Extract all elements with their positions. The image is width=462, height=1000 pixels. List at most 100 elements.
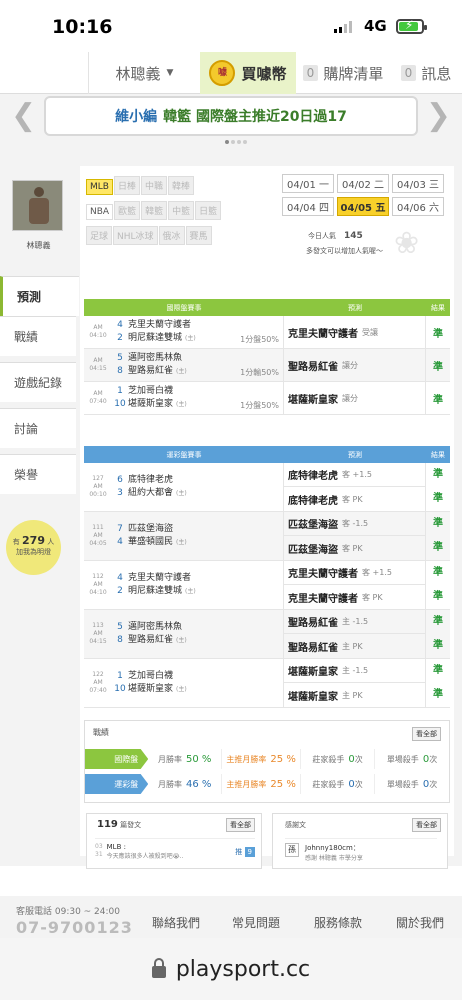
promo-banner: ❮ 維小編 韓籃 國際盤主推近20日過17 ❯ <box>0 94 462 154</box>
teams: 7 匹茲堡海盜 4 華盛頓國民 (主) <box>112 523 187 550</box>
prediction[interactable]: 克里夫蘭守護者 受讓 <box>284 316 425 348</box>
tag[interactable]: 賽馬 <box>185 226 212 245</box>
prediction-cell: 聖路易紅雀主 -1.5 聖路易紅雀主 PK <box>284 610 426 658</box>
pick-team: 堪薩斯皇家 <box>288 394 338 406</box>
tag[interactable]: 日棒 <box>113 176 140 195</box>
popularity: 今日人氣 145 <box>308 231 363 241</box>
record-intl-row: 國際盤 月勝率 50 % 主推月勝率 25 % 莊家殺手 0 次 單場殺手 0 次 <box>85 749 449 769</box>
home-flag: (主) <box>176 490 187 497</box>
game-id: 127 <box>92 475 104 483</box>
prediction[interactable]: 克里夫蘭守護者客 +1.5 <box>284 561 425 585</box>
tag[interactable]: 歐籃 <box>114 201 141 220</box>
posts-more-button[interactable]: 看全部 <box>226 818 255 832</box>
team-number: 1 <box>117 385 123 396</box>
service-phone[interactable]: 07-9700123 <box>16 918 133 937</box>
prediction[interactable]: 聖路易紅雀主 PK <box>284 634 425 658</box>
message-button[interactable]: 0 訊息 <box>390 52 462 94</box>
home-team: 聖路易紅雀 <box>128 366 174 376</box>
date-tab[interactable]: 04/06 六 <box>392 197 444 216</box>
signal-icon <box>334 21 352 33</box>
banner-message[interactable]: 維小編 韓籃 國際盤主推近20日過17 <box>44 96 418 136</box>
team-number: 4 <box>117 537 123 547</box>
date-tab[interactable]: 04/04 四 <box>282 197 334 216</box>
thanks-item[interactable]: 孫 Johnny180cm： 感謝 林聰義 市學分享 <box>285 838 437 862</box>
record-more-button[interactable]: 看全部 <box>412 727 441 741</box>
fans-count: 279 <box>22 534 45 547</box>
tag[interactable]: 韓棒 <box>168 176 195 195</box>
table-row: 113 AM 04:15 5 邁阿密馬林魚 8 聖路易紅雀 (主) 聖路易紅雀主 -1.5 聖路… <box>84 610 450 659</box>
chevron-left-icon[interactable]: ❮ <box>11 98 36 133</box>
avatar[interactable] <box>12 180 63 231</box>
tag[interactable]: NHL冰球 <box>113 226 158 245</box>
date-tab[interactable]: 04/03 三 <box>392 174 444 193</box>
pick-note: 客 PK <box>342 543 363 553</box>
fans-bulb[interactable]: 有 279 人加我為明燈 <box>6 520 61 575</box>
handicap: 1分輸50% <box>240 368 279 377</box>
prediction[interactable]: 底特律老虎客 +1.5 <box>284 463 425 487</box>
tag-nba[interactable]: NBA <box>86 204 114 220</box>
chevron-right-icon[interactable]: ❯ <box>426 98 451 133</box>
date-tab[interactable]: 04/02 二 <box>337 174 389 193</box>
coin-button[interactable]: 噱買噱幣 <box>200 52 296 94</box>
footer-link-terms[interactable]: 服務條款 <box>314 914 362 931</box>
game-time: AM 04:10 <box>89 581 107 596</box>
tag[interactable]: 中籃 <box>168 201 195 220</box>
thanks-more-button[interactable]: 看全部 <box>412 818 441 832</box>
pick-note: 客 +1.5 <box>362 568 392 577</box>
team-number: 10 <box>114 399 126 409</box>
away-team: 克里夫蘭守護者 <box>128 572 192 583</box>
prediction[interactable]: 堪薩斯皇家主 -1.5 <box>284 659 425 683</box>
chevron-down-icon: ▼ <box>166 68 174 78</box>
result-badge: 準 <box>433 591 443 602</box>
prediction[interactable]: 克里夫蘭守護者客 PK <box>284 585 425 609</box>
pick-note: 客 PK <box>362 592 383 602</box>
lottery-table: 運彩盤賽事 預測 結果 127 AM 00:10 6 底特律老虎 3 紐約大都會 (主) 底特律老… <box>84 446 450 708</box>
team-number: 5 <box>117 621 123 632</box>
pick-team: 聖路易紅雀 <box>288 361 338 373</box>
date-tab[interactable]: 04/01 一 <box>282 174 334 193</box>
menu-honor[interactable]: 榮譽 <box>0 454 76 494</box>
tag-mlb[interactable]: MLB <box>86 179 113 195</box>
match-cell: 111 AM 04:05 7 匹茲堡海盜 4 華盛頓國民 (主) <box>84 512 284 560</box>
post-item[interactable]: 03 31 MLB : 今天應該很多人被殺到吧😭.. 推 9 <box>95 838 255 860</box>
home-team: 堪薩斯皇家 <box>128 684 174 694</box>
tag[interactable]: 韓籃 <box>141 201 168 220</box>
tag[interactable]: 中職 <box>140 176 167 195</box>
pick-team: 聖路易紅雀 <box>288 618 338 629</box>
prediction[interactable]: 聖路易紅雀主 -1.5 <box>284 610 425 634</box>
prediction[interactable]: 聖路易紅雀 讓分 <box>284 349 425 381</box>
match-cell: AM 04:10 4 克里夫蘭守護者 2 明尼蘇達雙城 (主) 1分盤50% <box>84 316 284 348</box>
prediction[interactable]: 匹茲堡海盜客 PK <box>284 536 425 560</box>
pick-team: 克里夫蘭守護者 <box>288 593 358 605</box>
user-menu[interactable]: 林聰義 ▼ <box>88 52 200 94</box>
tag[interactable]: 日籃 <box>195 201 222 220</box>
menu-predict[interactable]: 預測 <box>0 276 79 316</box>
prediction[interactable]: 匹茲堡海盜客 -1.5 <box>284 512 425 536</box>
teams: 5 邁阿密馬林魚 8 聖路易紅雀 (主) <box>112 621 187 648</box>
pick-team: 底特律老虎 <box>288 495 338 507</box>
result-badge: 準 <box>433 361 443 373</box>
footer-link-faq[interactable]: 常見問題 <box>232 914 280 931</box>
tag[interactable]: 足球 <box>86 226 113 245</box>
game-id: 111 <box>92 524 104 532</box>
match-cell: 112 AM 04:10 4 克里夫蘭守護者 2 明尼蘇達雙城 (主) <box>84 561 284 609</box>
date-tab-active[interactable]: 04/05 五 <box>337 197 389 216</box>
match-cell: 127 AM 00:10 6 底特律老虎 3 紐約大都會 (主) <box>84 463 284 511</box>
footer-link-contact[interactable]: 聯絡我們 <box>152 914 200 931</box>
menu-discussion[interactable]: 討論 <box>0 408 76 448</box>
home-flag: (主) <box>185 588 196 595</box>
buy-list-button[interactable]: 0 購牌清單 <box>296 52 390 94</box>
menu-record[interactable]: 戰績 <box>0 316 76 356</box>
address-bar[interactable]: playsport.cc <box>0 938 462 1000</box>
record-lottery-row: 運彩盤 月勝率 46 % 主推月勝率 25 % 莊家殺手 0 次 單場殺手 0 次 <box>85 774 449 794</box>
result-badge: 準 <box>433 665 443 676</box>
prediction[interactable]: 底特律老虎客 PK <box>284 487 425 511</box>
menu-game-log[interactable]: 遊戲紀錄 <box>0 362 76 402</box>
footer-link-about[interactable]: 關於我們 <box>396 914 444 931</box>
pick-team: 底特律老虎 <box>288 471 338 482</box>
prediction[interactable]: 堪薩斯皇家主 PK <box>284 683 425 707</box>
main-area: 林聰義 預測 戰績 遊戲紀錄 討論 榮譽 有 279 人加我為明燈 MLB 日棒中… <box>0 166 462 869</box>
tag[interactable]: 俄冰 <box>158 226 185 245</box>
prediction[interactable]: 堪薩斯皇家 讓分 <box>284 382 425 414</box>
home-flag: (主) <box>176 368 187 375</box>
